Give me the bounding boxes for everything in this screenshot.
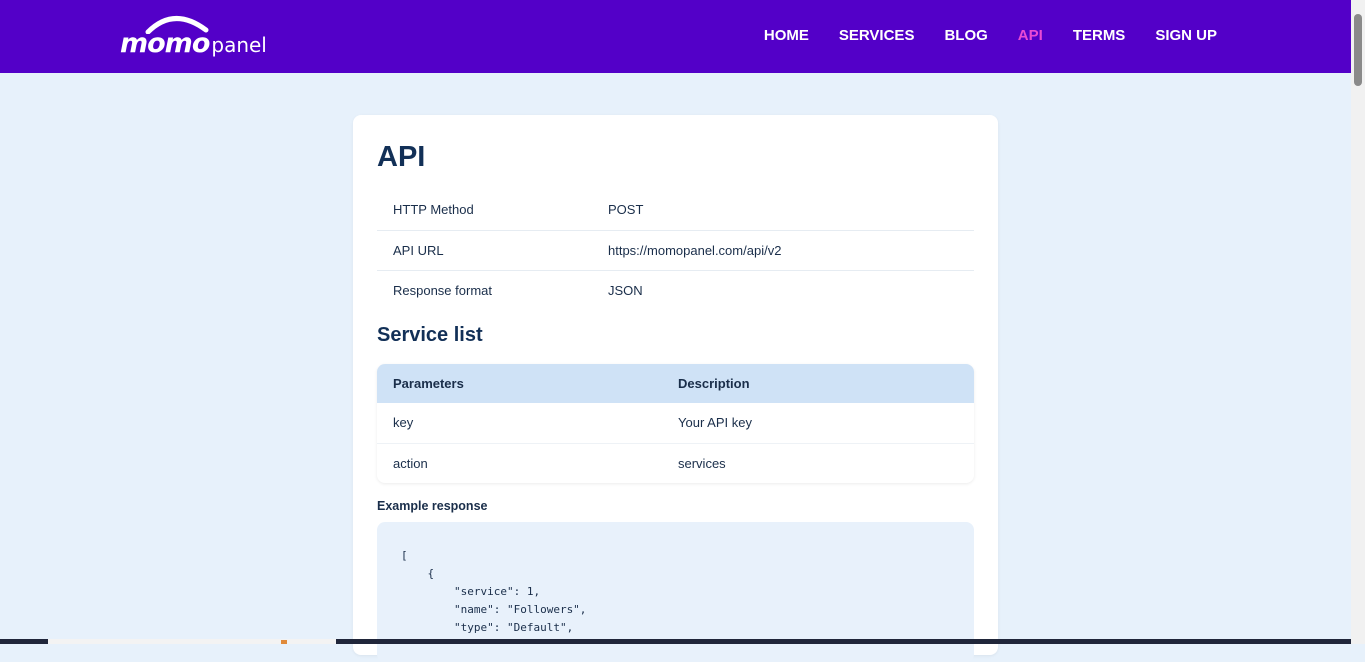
- taskbar-indicator: [281, 640, 287, 644]
- info-value: JSON: [608, 282, 643, 298]
- table-row: HTTP Method POST: [377, 190, 974, 231]
- section-title: Service list: [377, 324, 483, 346]
- info-key: API URL: [377, 230, 592, 271]
- momopanel-logo[interactable]: momo panel: [120, 12, 270, 60]
- table-row: key Your API key: [377, 403, 974, 444]
- page-title: API: [377, 141, 426, 173]
- example-response-label: Example response: [377, 499, 488, 513]
- scrollbar-thumb[interactable]: [1354, 14, 1362, 86]
- top-navbar: momo panel HOME SERVICES BLOG API TERMS S…: [0, 0, 1351, 73]
- info-value: https://momopanel.com/api/v2: [592, 230, 974, 271]
- param-name: key: [377, 403, 662, 444]
- param-description: Your API key: [662, 403, 974, 444]
- vertical-scrollbar[interactable]: [1351, 0, 1365, 644]
- info-key: Response format: [393, 282, 492, 298]
- param-description: services: [678, 455, 726, 471]
- api-card: API HTTP Method POST API URL https://mom…: [353, 115, 998, 662]
- example-response-code: [ { "service": 1, "name": "Followers", "…: [401, 549, 587, 634]
- table-row: API URL https://momopanel.com/api/v2: [377, 230, 974, 271]
- logo-text: momo panel: [120, 28, 267, 59]
- params-table: Parameters Description key Your API key …: [377, 364, 974, 483]
- table-row: Response format JSON: [377, 270, 974, 310]
- taskbar-window-segment: [48, 639, 336, 644]
- info-value: POST: [592, 190, 974, 231]
- table-row: action services: [377, 443, 974, 483]
- column-header-description: Description: [662, 364, 974, 403]
- api-info-table: HTTP Method POST API URL https://momopan…: [377, 190, 974, 310]
- nav-item-blog[interactable]: BLOG: [944, 27, 987, 44]
- logo-text-momo: momo: [120, 28, 210, 59]
- column-header-parameters: Parameters: [377, 364, 662, 403]
- param-name: action: [393, 455, 428, 471]
- nav-item-services[interactable]: SERVICES: [839, 27, 915, 44]
- main-nav: HOME SERVICES BLOG API TERMS SIGN UP: [734, 27, 1217, 44]
- nav-item-home[interactable]: HOME: [764, 27, 809, 44]
- info-key: HTTP Method: [377, 190, 592, 231]
- table-header-row: Parameters Description: [377, 364, 974, 403]
- nav-item-sign-up[interactable]: SIGN UP: [1155, 27, 1217, 44]
- logo-text-panel: panel: [211, 33, 267, 57]
- nav-item-api[interactable]: API: [1018, 27, 1043, 44]
- nav-item-terms[interactable]: TERMS: [1073, 27, 1126, 44]
